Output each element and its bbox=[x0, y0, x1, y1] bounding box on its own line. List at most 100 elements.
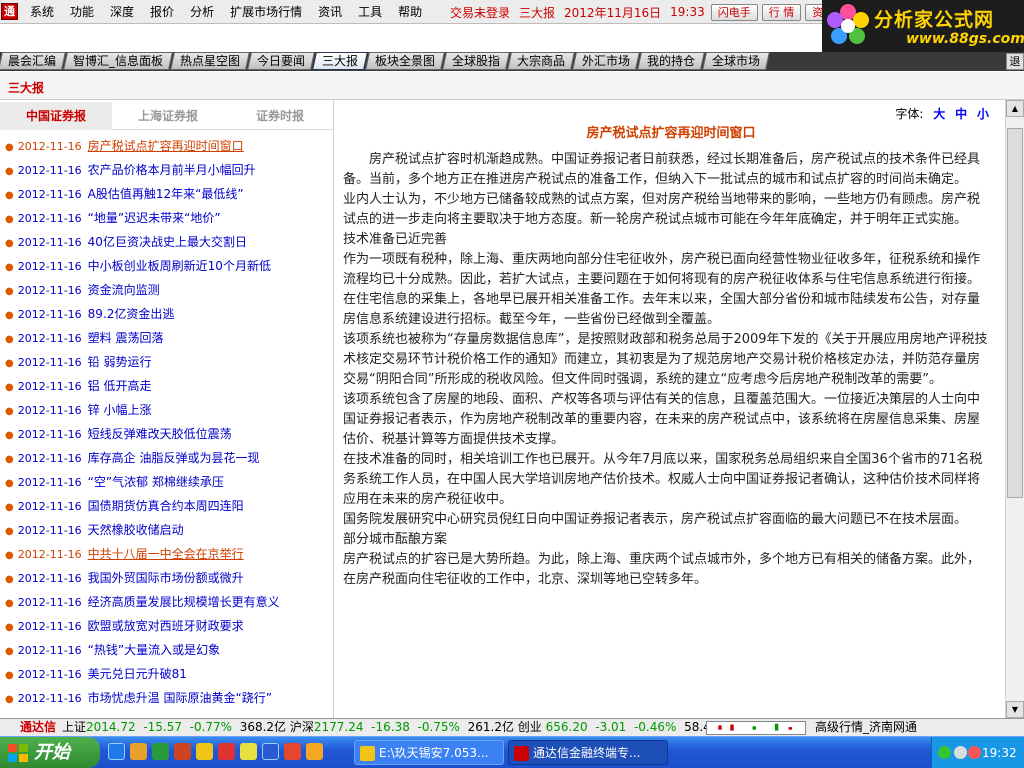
scroll-thumb[interactable] bbox=[1007, 128, 1023, 498]
font-size-medium[interactable]: 中 bbox=[955, 107, 967, 121]
tab-label: 今日要闻 bbox=[257, 54, 306, 68]
scroll-down-arrow-icon[interactable]: ▼ bbox=[1006, 701, 1024, 718]
start-button[interactable]: 开始 bbox=[0, 737, 100, 768]
news-date: 2012-11-16 bbox=[17, 332, 82, 345]
flash-trade-button[interactable]: 闪电手 bbox=[710, 3, 758, 21]
task-explorer[interactable]: E:\玖天锡安7.053... bbox=[354, 740, 504, 765]
tab-shanghai-securities-news[interactable]: 上海证券报 bbox=[112, 102, 224, 130]
scroll-up-arrow-icon[interactable]: ▲ bbox=[1006, 100, 1024, 117]
news-item[interactable]: ● 2012-11-16 40亿巨资决战史上最大交割日 bbox=[0, 230, 333, 254]
news-item[interactable]: ● 2012-11-16 铅 弱势运行 bbox=[0, 350, 333, 374]
news-item[interactable]: ● 2012-11-16 “空”气浓郁 郑棉继续承压 bbox=[0, 470, 333, 494]
news-item[interactable]: ● 2012-11-16 农产品价格本月前半月小幅回升 bbox=[0, 158, 333, 182]
article-scrollbar[interactable]: ▲ ▼ bbox=[1005, 100, 1024, 718]
news-date: 2012-11-16 bbox=[17, 284, 82, 297]
tab-my-holdings[interactable]: 我的持仓 bbox=[637, 52, 706, 70]
news-item[interactable]: ● 2012-11-16 库存高企 油脂反弹或为昙花一现 bbox=[0, 446, 333, 470]
font-size-small[interactable]: 小 bbox=[977, 107, 989, 121]
cy-index-pct: -0.46% bbox=[633, 720, 677, 734]
tab-sector-panorama[interactable]: 板块全景图 bbox=[365, 52, 446, 70]
menu-quote[interactable]: 报价 bbox=[142, 0, 182, 24]
menu-system[interactable]: 系统 bbox=[22, 0, 62, 24]
index-ticker[interactable]: 上证2014.72 -15.57 -0.77% 368.2亿 沪深2177.24… bbox=[62, 719, 730, 736]
news-item[interactable]: ● 2012-11-16 天然橡胶收储启动 bbox=[0, 518, 333, 542]
folder-icon[interactable] bbox=[196, 743, 213, 760]
news-item[interactable]: ● 2012-11-16 欧盟或放宽对西班牙财政要求 bbox=[0, 614, 333, 638]
brand-banner[interactable]: 分析家公式网 www.88gs.com bbox=[822, 0, 1024, 52]
menu-help[interactable]: 帮助 bbox=[390, 0, 430, 24]
news-item[interactable]: ● 2012-11-16 中小板创业板周刷新近10个月新低 bbox=[0, 254, 333, 278]
news-item[interactable]: ● 2012-11-16 塑料 震荡回落 bbox=[0, 326, 333, 350]
tab-today-news[interactable]: 今日要闻 bbox=[247, 52, 315, 70]
network-icon[interactable] bbox=[938, 746, 951, 759]
mail-icon[interactable] bbox=[130, 743, 147, 760]
clock[interactable]: 19:32 bbox=[982, 737, 1017, 768]
font-size-selector: 字体: 大 中 小 bbox=[895, 105, 989, 122]
chat-icon[interactable] bbox=[306, 743, 323, 760]
tab-forex[interactable]: 外汇市场 bbox=[572, 52, 641, 70]
bullet-icon: ● bbox=[5, 334, 14, 345]
font-size-large[interactable]: 大 bbox=[933, 107, 945, 121]
news-item[interactable]: ● 2012-11-16 美元兑日元升破81 bbox=[0, 662, 333, 686]
quote-button[interactable]: 行 情 bbox=[761, 3, 802, 21]
player-icon[interactable] bbox=[284, 743, 301, 760]
tab-china-securities-journal[interactable]: 中国证券报 bbox=[0, 102, 112, 130]
app-icon[interactable] bbox=[174, 743, 191, 760]
exit-button[interactable]: 退 bbox=[1006, 53, 1024, 70]
news-item[interactable]: ● 2012-11-16 铝 低开高走 bbox=[0, 374, 333, 398]
article-paragraph: 技术准备已近完善 bbox=[343, 232, 448, 247]
news-title: “空”气浓郁 郑棉继续承压 bbox=[87, 475, 224, 489]
tab-securities-times[interactable]: 证券时报 bbox=[224, 102, 333, 130]
tab-three-papers[interactable]: 三大报 bbox=[312, 52, 368, 70]
volume-icon[interactable] bbox=[954, 746, 967, 759]
news-title: 美元兑日元升破81 bbox=[87, 667, 187, 681]
market-status-bar: 通达信 上证2014.72 -15.57 -0.77% 368.2亿 沪深217… bbox=[0, 718, 1024, 736]
news-item[interactable]: ● 2012-11-16 房产税试点扩容再迎时间窗口 bbox=[0, 134, 333, 158]
tab-hotspot-map[interactable]: 热点星空图 bbox=[170, 52, 250, 70]
tool-icon[interactable] bbox=[240, 743, 257, 760]
bullet-icon: ● bbox=[5, 262, 14, 273]
menu-depth[interactable]: 深度 bbox=[102, 0, 142, 24]
news-item[interactable]: ● 2012-11-16 89.2亿资金出逃 bbox=[0, 302, 333, 326]
bullet-icon: ● bbox=[5, 454, 14, 465]
section-title: 三大报 bbox=[8, 81, 45, 95]
browser-icon[interactable] bbox=[262, 743, 279, 760]
ie-icon[interactable] bbox=[108, 743, 125, 760]
news-item[interactable]: ● 2012-11-16 经济高质量发展比规模增长更有意义 bbox=[0, 590, 333, 614]
menu-function[interactable]: 功能 bbox=[62, 0, 102, 24]
menu-extended-market[interactable]: 扩展市场行情 bbox=[222, 0, 310, 24]
bullet-icon: ● bbox=[5, 358, 14, 369]
menu-news[interactable]: 资讯 bbox=[310, 0, 350, 24]
system-tray: 19:32 bbox=[931, 737, 1024, 768]
news-item[interactable]: ● 2012-11-16 A股估值再触12年来“最低线” bbox=[0, 182, 333, 206]
tab-info-panel[interactable]: 智博汇_信息面板 bbox=[63, 52, 173, 70]
menu-analysis[interactable]: 分析 bbox=[182, 0, 222, 24]
news-date: 2012-11-16 bbox=[17, 140, 82, 153]
task-label: 通达信金融终端专... bbox=[533, 746, 641, 760]
task-tdx-terminal[interactable]: 通达信金融终端专... bbox=[508, 740, 668, 765]
news-item[interactable]: ● 2012-11-16 短线反弹难改天胶低位震荡 bbox=[0, 422, 333, 446]
menu-tools[interactable]: 工具 bbox=[350, 0, 390, 24]
tab-global-indices[interactable]: 全球股指 bbox=[442, 52, 511, 70]
data-feed-name[interactable]: 高级行情_济南网通 bbox=[815, 719, 917, 736]
news-item[interactable]: ● 2012-11-16 资金流向监测 bbox=[0, 278, 333, 302]
tab-label: 全球股指 bbox=[452, 54, 501, 68]
security-icon[interactable] bbox=[968, 746, 981, 759]
tab-global-markets[interactable]: 全球市场 bbox=[702, 52, 771, 70]
news-item[interactable]: ● 2012-11-16 锌 小幅上涨 bbox=[0, 398, 333, 422]
news-item[interactable]: ● 2012-11-16 “热钱”大量流入或是幻象 bbox=[0, 638, 333, 662]
media-icon[interactable] bbox=[152, 743, 169, 760]
news-item[interactable]: ● 2012-11-16 “地量”迟迟未带来“地价” bbox=[0, 206, 333, 230]
mini-trend-chart[interactable] bbox=[706, 721, 806, 735]
news-item[interactable]: ● 2012-11-16 中共十八届一中全会在京举行 bbox=[0, 542, 333, 566]
app-logo-icon[interactable]: 通 bbox=[1, 3, 18, 20]
news-item[interactable]: ● 2012-11-16 市场忧虑升温 国际原油黄金“跷行” bbox=[0, 686, 333, 710]
news-item[interactable]: ● 2012-11-16 国债期货仿真合约本周四连阳 bbox=[0, 494, 333, 518]
windows-logo-icon bbox=[8, 744, 28, 762]
news-item[interactable]: ● 2012-11-16 我国外贸国际市场份额或微升 bbox=[0, 566, 333, 590]
gift-icon[interactable] bbox=[218, 743, 235, 760]
news-date: 2012-11-16 bbox=[17, 524, 82, 537]
news-date: 2012-11-16 bbox=[17, 236, 82, 249]
tab-morning-meeting[interactable]: 晨会汇编 bbox=[0, 52, 66, 70]
tab-commodities[interactable]: 大宗商品 bbox=[507, 52, 576, 70]
